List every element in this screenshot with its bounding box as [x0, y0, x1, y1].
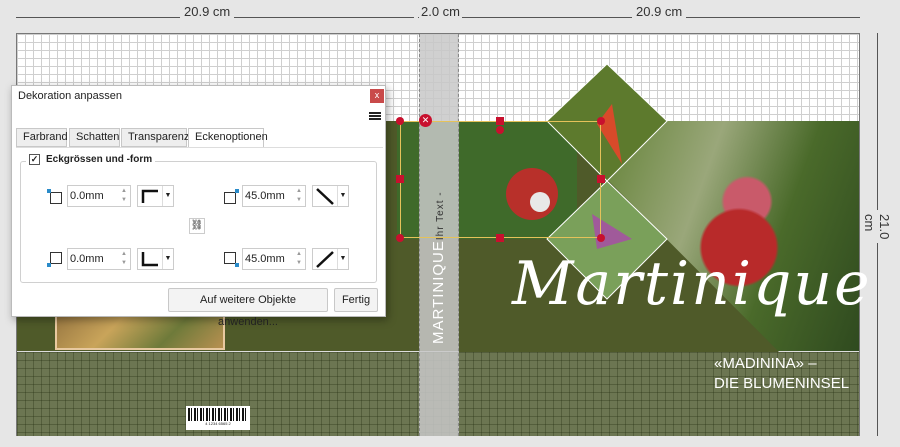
resize-handle[interactable]: [496, 117, 504, 125]
corner-top-left-icon: [47, 189, 62, 204]
corner-bottom-right-icon: [224, 252, 239, 267]
corner-group-header: ✓ Eckgrössen und -form: [26, 154, 156, 165]
top-right-size-input[interactable]: 45.0mm ▲ ▼: [242, 185, 306, 207]
apply-to-other-objects-button[interactable]: Auf weitere Objekte anwenden...: [168, 288, 328, 328]
subtitle-line-1: «MADININA» –: [714, 355, 817, 372]
top-left-size-input[interactable]: 0.0mm ▲ ▼: [67, 185, 131, 207]
resize-handle[interactable]: [597, 234, 605, 242]
resize-handle[interactable]: [396, 117, 404, 125]
cover-subtitle[interactable]: «MADININA» – DIE BLUMENINSEL: [714, 354, 849, 394]
corner-bottom-left-icon: [47, 252, 62, 267]
ruler-height-label: 21.0 cm: [862, 210, 892, 244]
group-label: Eckgrössen und -form: [46, 154, 153, 165]
delete-handle-icon[interactable]: ✕: [419, 114, 432, 127]
tab-transparenz[interactable]: Transparenz: [121, 128, 189, 147]
bottom-right-shape-select[interactable]: ▼: [312, 248, 349, 270]
barcode-number: 4 1234 6565 2: [205, 421, 231, 426]
subtitle-line-2: DIE BLUMENINSEL: [714, 375, 850, 392]
dialog-title: Dekoration anpassen: [18, 90, 122, 102]
tab-farbrand[interactable]: Farbrand: [16, 128, 68, 147]
corner-top-right-icon: [224, 189, 239, 204]
resize-handle[interactable]: [396, 234, 404, 242]
resize-handle[interactable]: [496, 234, 504, 242]
done-button[interactable]: Fertig: [334, 288, 378, 312]
bottom-right-size-input[interactable]: 45.0mm ▲ ▼: [242, 248, 306, 270]
unlink-icon[interactable]: ⛓: [189, 218, 205, 234]
ruler-right-label: 20.9 cm: [632, 4, 687, 19]
rotate-handle[interactable]: [496, 126, 504, 134]
top-left-shape-select[interactable]: ▼: [137, 185, 174, 207]
group-checkbox[interactable]: ✓: [29, 154, 40, 165]
bottom-left-shape-select[interactable]: ▼: [137, 248, 174, 270]
menu-icon[interactable]: [369, 112, 381, 120]
ruler-spine-label: 2.0 cm: [419, 4, 463, 19]
ruler-left-label: 20.9 cm: [180, 4, 235, 19]
tab-eckenoptionen[interactable]: Eckenoptionen: [188, 128, 268, 148]
bottom-left-size-input[interactable]: 0.0mm ▲ ▼: [67, 248, 131, 270]
tab-schatten[interactable]: Schatten: [69, 128, 120, 147]
resize-handle[interactable]: [597, 117, 605, 125]
cover-title[interactable]: Martinique: [512, 249, 872, 319]
barcode: 4 1234 6565 2: [186, 406, 250, 430]
decoration-dialog: Dekoration anpassen x Farbrand Schatten …: [11, 85, 386, 328]
top-right-shape-select[interactable]: ▼: [312, 185, 349, 207]
resize-handle[interactable]: [396, 175, 404, 183]
close-button[interactable]: x: [370, 89, 384, 103]
barcode-bars: [188, 408, 248, 421]
tab-divider: [16, 147, 383, 148]
resize-handle[interactable]: [597, 175, 605, 183]
selection-frame[interactable]: [400, 121, 601, 238]
